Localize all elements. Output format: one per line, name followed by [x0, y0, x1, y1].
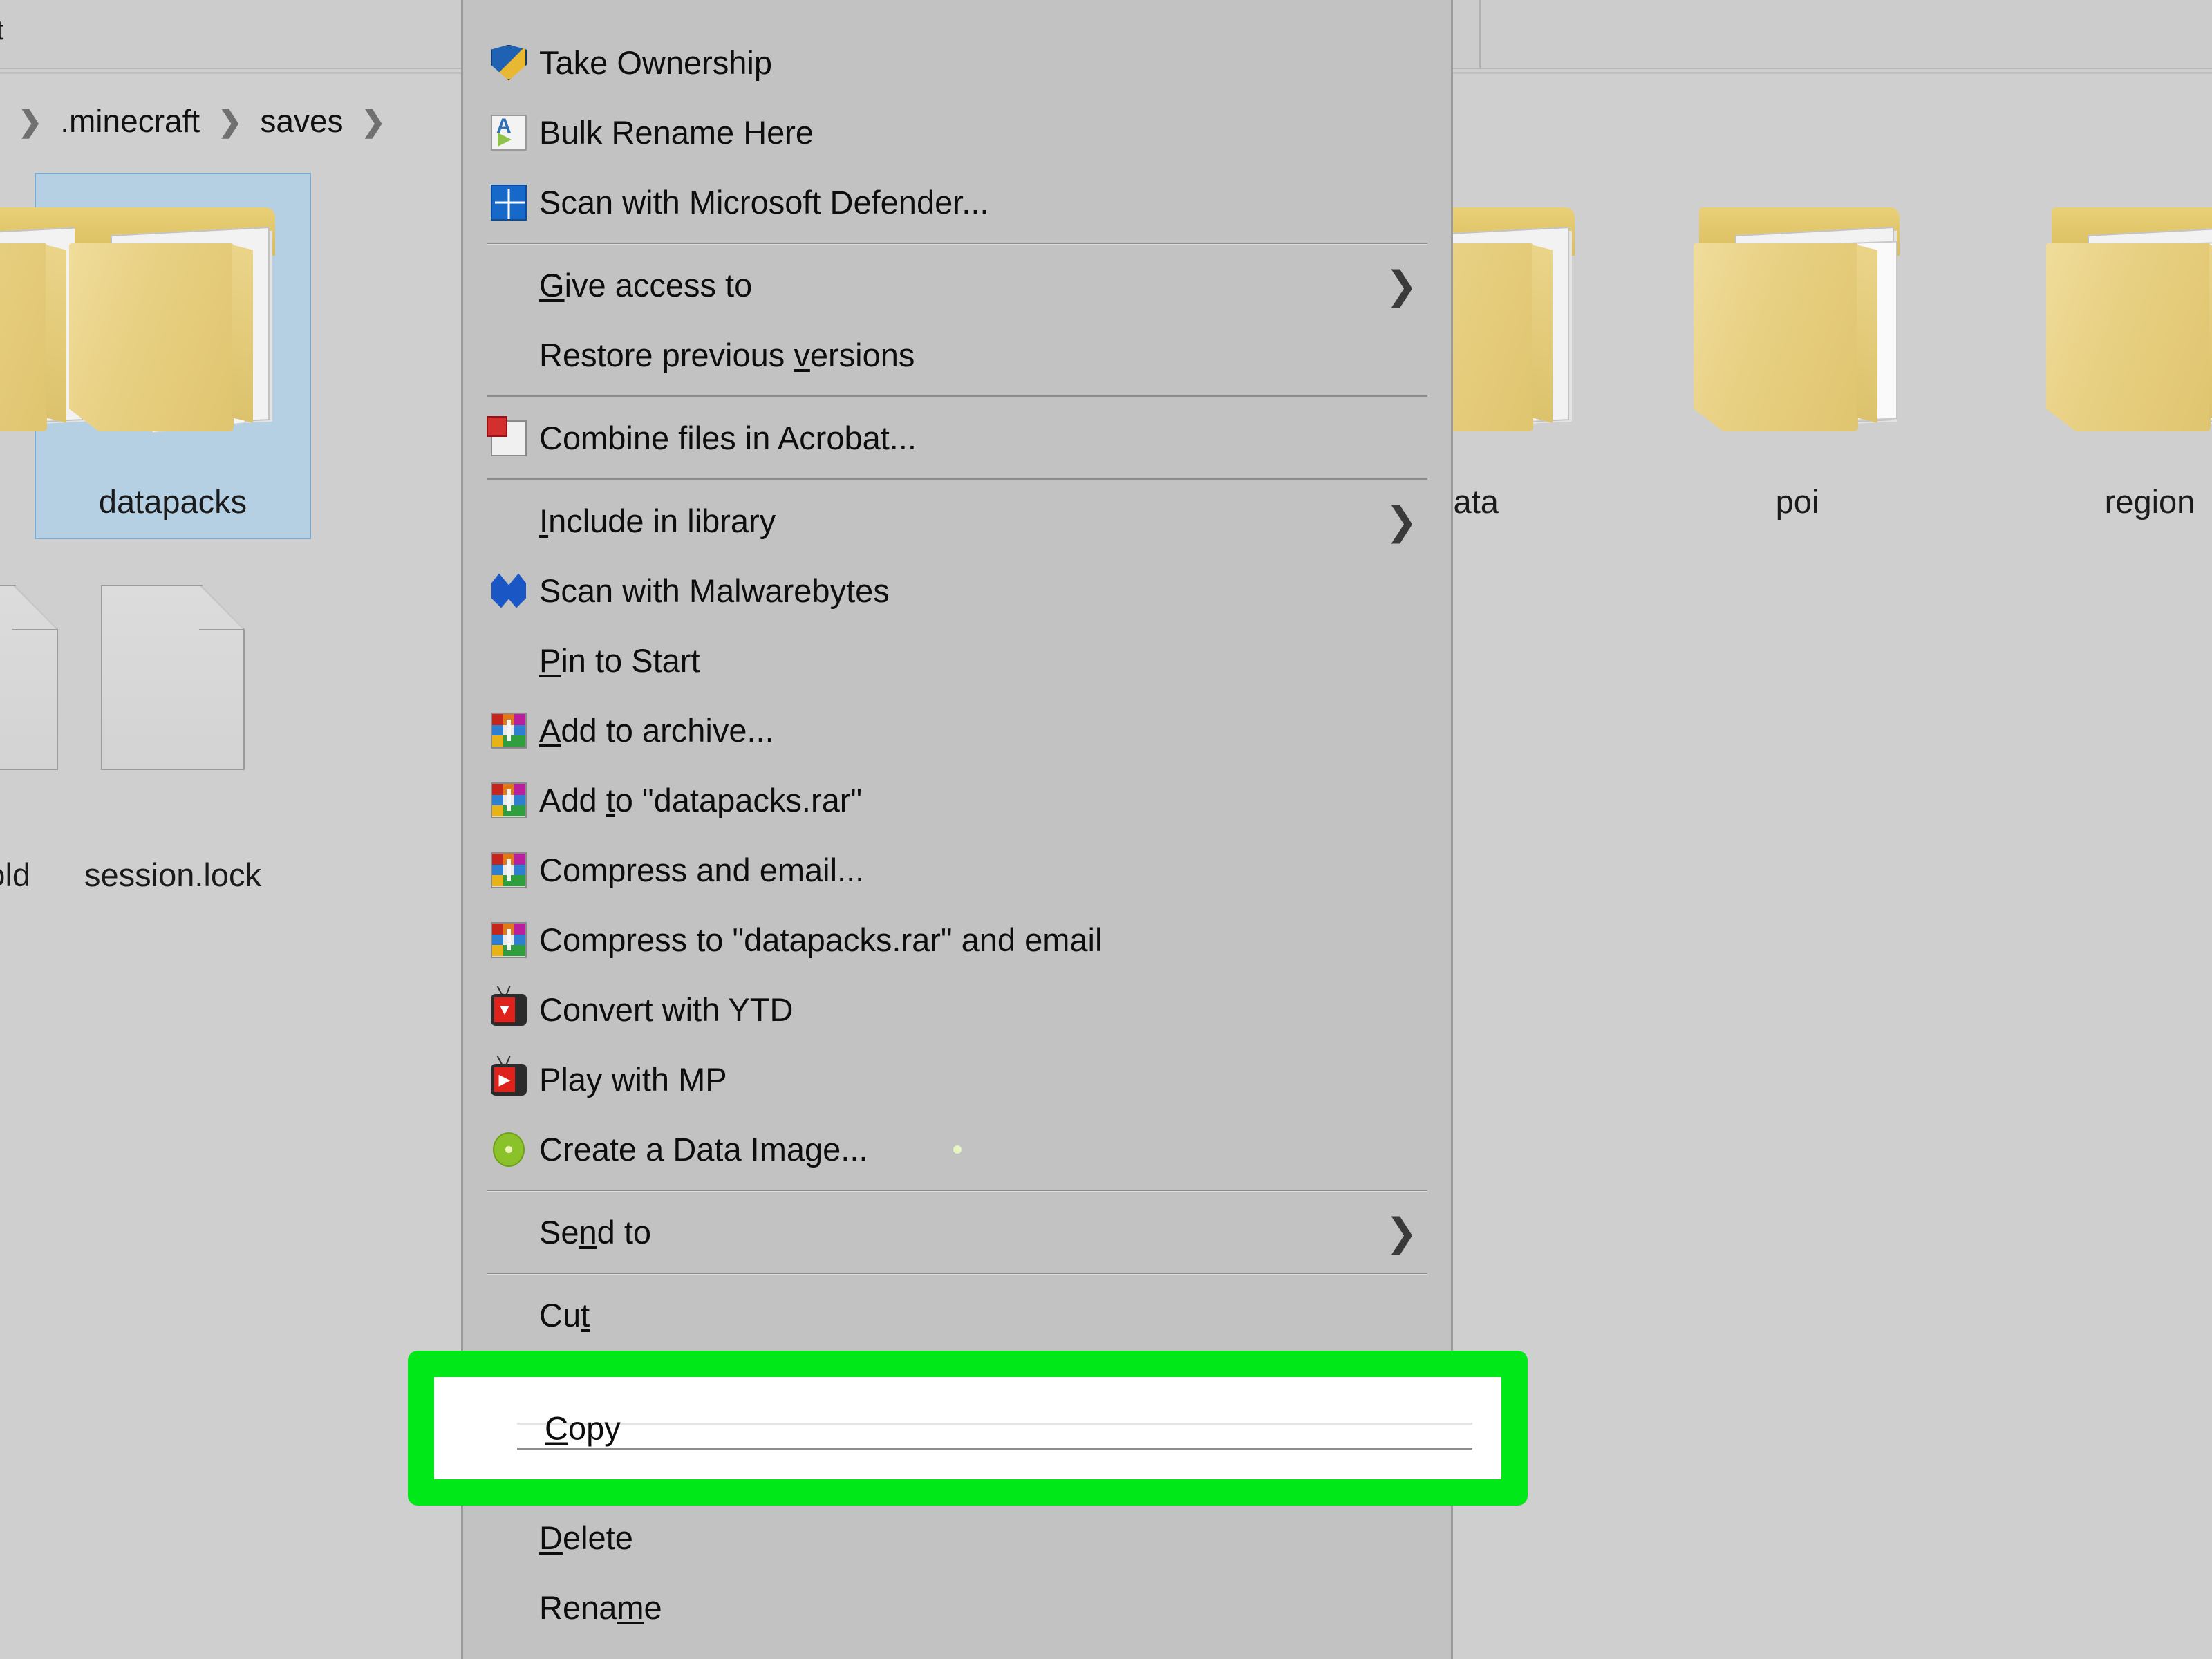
menu-item-convert-with-ytd[interactable]: ▼ Convert with YTD	[463, 975, 1451, 1044]
no-icon	[482, 502, 535, 541]
menu-separator	[487, 1190, 1427, 1192]
menu-item-scan-with-microsoft-defender[interactable]: Scan with Microsoft Defender...	[463, 167, 1451, 237]
folder-icon	[1659, 187, 1936, 484]
menu-item-take-ownership[interactable]: Take Ownership	[463, 28, 1451, 97]
shield-icon	[482, 44, 535, 82]
menu-separator	[487, 1273, 1427, 1275]
callout-bottom-separator	[517, 1448, 1472, 1450]
menu-item-delete[interactable]: Delete	[463, 1503, 1451, 1573]
menu-item-label: Scan with Microsoft Defender...	[539, 184, 989, 221]
menu-item-add-to-datapacks-rar[interactable]: Add to "datapacks.rar"	[463, 765, 1451, 835]
data-image-icon	[482, 1130, 535, 1169]
menu-item-label: Restore previous versions	[539, 337, 915, 373]
list-item-datapacks[interactable]: datapacks	[35, 173, 311, 539]
menu-item-scan-with-malwarebytes[interactable]: Scan with Malwarebytes	[463, 556, 1451, 626]
menu-item-label: Add to "datapacks.rar"	[539, 782, 863, 818]
menu-item-label: Convert with YTD	[539, 991, 794, 1028]
malwarebytes-icon	[482, 572, 535, 610]
list-item-region[interactable]: region	[2012, 187, 2212, 520]
menu-item-label: Include in library	[539, 503, 776, 539]
menu-item-label: Delete	[539, 1519, 633, 1556]
acrobat-icon	[482, 415, 535, 458]
list-item-label: datapacks	[98, 483, 247, 520]
menu-item-label: Send to	[539, 1214, 652, 1250]
no-icon	[482, 1296, 535, 1335]
menu-item-compress-to-datapacks-rar-and-email[interactable]: Compress to "datapacks.rar" and email	[463, 905, 1451, 975]
chevron-right-icon: ❯	[218, 104, 243, 138]
list-item-poi[interactable]: poi	[1659, 187, 1936, 520]
winrar-icon	[482, 711, 535, 750]
menu-item-pin-to-start[interactable]: Pin to Start	[463, 626, 1451, 695]
list-item[interactable]: session.lock	[35, 560, 311, 893]
menu-item-label: Compress to "datapacks.rar" and email	[539, 921, 1103, 958]
no-icon	[482, 266, 535, 305]
mp-icon: ▶	[482, 1055, 535, 1099]
breadcrumb-item-saves[interactable]: saves	[260, 102, 343, 140]
menu-item-combine-files-in-acrobat[interactable]: Combine files in Acrobat...	[463, 403, 1451, 473]
menu-item-label: Cut	[539, 1297, 590, 1333]
chevron-right-icon: ❯	[1385, 498, 1418, 543]
menu-item-rename[interactable]: Rename	[463, 1573, 1451, 1642]
menu-item-compress-and-email[interactable]: Compress and email...	[463, 835, 1451, 905]
menu-item-label: Give access to	[539, 267, 753, 303]
menu-separator	[487, 395, 1427, 397]
chevron-right-icon: ❯	[18, 104, 43, 138]
menu-item-include-in-library[interactable]: Include in library ❯	[463, 486, 1451, 556]
no-icon	[482, 336, 535, 375]
no-icon	[482, 1213, 535, 1252]
menu-item-cut[interactable]: Cut	[463, 1280, 1451, 1350]
callout-copy-label[interactable]: Copy	[434, 1409, 1501, 1447]
menu-item-give-access-to[interactable]: Give access to ❯	[463, 250, 1451, 320]
no-icon	[482, 1519, 535, 1557]
highlight-callout-copy: Copy	[408, 1351, 1528, 1506]
breadcrumb-item-minecraft[interactable]: .minecraft	[60, 102, 200, 140]
no-icon	[482, 641, 535, 680]
menu-item-label: Add to archive...	[539, 712, 774, 749]
callout-inner: Copy	[434, 1377, 1501, 1479]
winrar-icon	[482, 851, 535, 890]
menu-item-label: Take Ownership	[539, 44, 772, 81]
menu-item-play-with-mp[interactable]: ▶ Play with MP	[463, 1044, 1451, 1114]
winrar-icon	[482, 781, 535, 820]
menu-item-restore-previous-versions[interactable]: Restore previous versions	[463, 320, 1451, 390]
screenshot-root: ut ❯ .minecraft ❯ saves ❯	[0, 0, 2212, 1659]
ytd-icon: ▼	[482, 985, 535, 1029]
menu-separator	[487, 478, 1427, 480]
menu-separator	[487, 243, 1427, 245]
list-item-label: poi	[1775, 483, 1819, 520]
ribbon-divider	[1479, 0, 1481, 69]
menu-item-label: Scan with Malwarebytes	[539, 572, 890, 609]
folder-icon	[2012, 187, 2212, 484]
defender-icon	[482, 183, 535, 222]
menu-item-create-a-data-image[interactable]: Create a Data Image...	[463, 1114, 1451, 1184]
bulk-rename-icon	[482, 113, 535, 152]
list-item-label: session.lock	[84, 856, 261, 893]
menu-item-label: Play with MP	[539, 1061, 727, 1098]
menu-item-clipped-top[interactable]	[463, 0, 1451, 28]
menu-item-label: Rename	[539, 1589, 662, 1626]
chevron-right-icon: ❯	[1385, 263, 1418, 307]
menu-item-send-to[interactable]: Send to ❯	[463, 1197, 1451, 1267]
menu-item-label: Pin to Start	[539, 642, 700, 679]
file-icon	[35, 560, 311, 857]
menu-item-label: Combine files in Acrobat...	[539, 420, 917, 456]
menu-item-label: Create a Data Image...	[539, 1131, 868, 1168]
chevron-right-icon: ❯	[361, 104, 386, 138]
menu-item-label: Compress and email...	[539, 852, 865, 888]
menu-item-bulk-rename-here[interactable]: Bulk Rename Here	[463, 97, 1451, 167]
folder-icon	[35, 187, 311, 484]
menu-item-label: Bulk Rename Here	[539, 114, 814, 151]
menu-item-add-to-archive[interactable]: Add to archive...	[463, 695, 1451, 765]
no-icon	[482, 1588, 535, 1627]
list-item-label: region	[2104, 483, 2195, 520]
ribbon-cut-button[interactable]: ut	[0, 15, 3, 46]
chevron-right-icon: ❯	[1385, 1210, 1418, 1254]
winrar-icon	[482, 921, 535, 959]
